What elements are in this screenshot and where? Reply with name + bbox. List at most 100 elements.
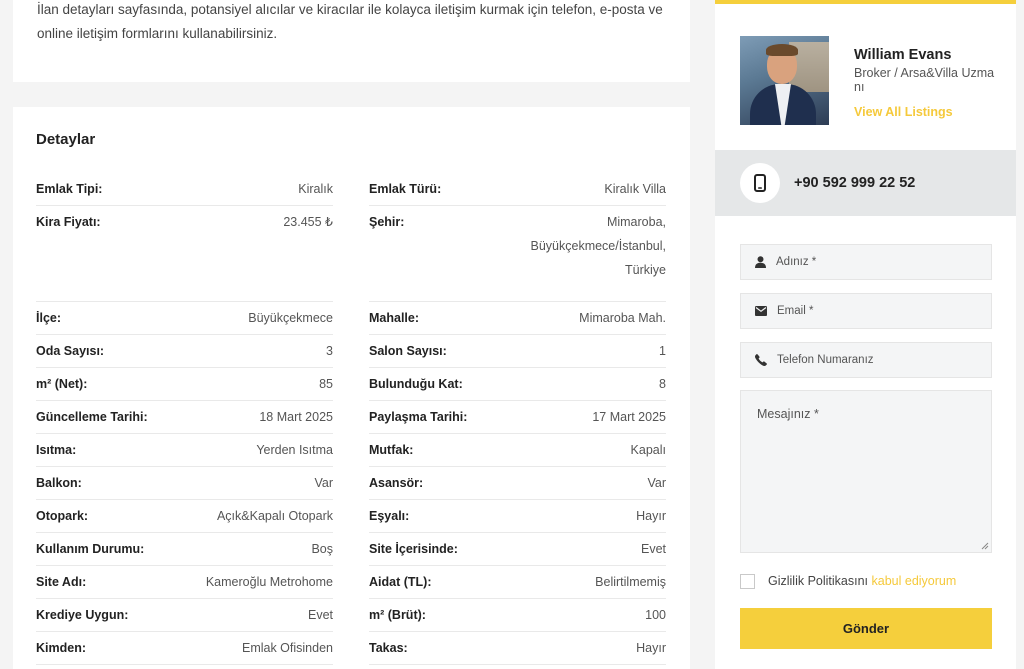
detail-label: Otopark: bbox=[36, 509, 89, 523]
detail-value: Evet bbox=[307, 608, 333, 622]
details-right-column: Emlak Türü: Kiralık Villa Şehir: Mimaroba, … bbox=[369, 173, 666, 665]
detail-row: Emlak Tipi: Kiralık bbox=[36, 173, 333, 206]
detail-label: Bulunduğu Kat: bbox=[369, 377, 463, 391]
name-input[interactable] bbox=[776, 256, 986, 268]
detail-row: Site Adı: Kameroğlu Metrohome bbox=[36, 566, 333, 599]
phone-circle bbox=[740, 163, 780, 203]
details-left-column: Emlak Tipi: Kiralık Kira Fiyatı: 23.455 ₺ İl… bbox=[36, 173, 333, 665]
detail-value: Evet bbox=[640, 542, 666, 556]
detail-row: İlçe: Büyükçekmece bbox=[36, 302, 333, 335]
mobile-phone-icon bbox=[754, 174, 766, 192]
detail-row: Otopark: Açık&Kapalı Otopark bbox=[36, 500, 333, 533]
detail-row: m² (Brüt): 100 bbox=[369, 599, 666, 632]
detail-value: Kiralık bbox=[298, 182, 333, 196]
privacy-checkbox[interactable] bbox=[740, 573, 755, 589]
details-title: Detaylar bbox=[36, 131, 96, 148]
phone-input[interactable] bbox=[777, 354, 987, 366]
name-field bbox=[740, 244, 992, 280]
envelope-icon bbox=[755, 306, 767, 316]
detail-row: Aidat (TL): Belirtilmemiş bbox=[369, 566, 666, 599]
detail-row: Oda Sayısı: 3 bbox=[36, 335, 333, 368]
consent-label: Gizlilik Politikasını kabul ediyorum bbox=[768, 574, 956, 588]
details-card: Detaylar Emlak Tipi: Kiralık Kira Fiyatı: 2… bbox=[13, 107, 690, 669]
detail-value: Var bbox=[647, 476, 666, 490]
agent-phone-number[interactable]: +90 592 999 22 52 bbox=[794, 175, 915, 191]
agent-photo bbox=[740, 36, 829, 125]
detail-row: Isıtma: Yerden Isıtma bbox=[36, 434, 333, 467]
detail-value: 17 Mart 2025 bbox=[592, 410, 666, 424]
detail-row: Şehir: Mimaroba, Büyükçekmece/İstanbul, T… bbox=[369, 206, 666, 302]
email-input[interactable] bbox=[777, 305, 987, 317]
detail-label: Takas: bbox=[369, 641, 408, 655]
detail-value: 3 bbox=[326, 344, 333, 358]
privacy-consent: Gizlilik Politikasını kabul ediyorum bbox=[740, 573, 992, 589]
detail-row: Emlak Türü: Kiralık Villa bbox=[369, 173, 666, 206]
agent-photo-hair bbox=[766, 44, 798, 56]
agent-card: William Evans Broker / Arsa&Villa Uzmanı… bbox=[715, 4, 1016, 150]
detail-value: Büyükçekmece bbox=[248, 311, 333, 325]
intro-text: İlan detayları sayfasında, potansiyel al… bbox=[37, 2, 663, 41]
detail-label: Emlak Türü: bbox=[369, 182, 442, 196]
email-field bbox=[740, 293, 992, 329]
detail-value: 18 Mart 2025 bbox=[259, 410, 333, 424]
detail-row: Eşyalı: Hayır bbox=[369, 500, 666, 533]
message-field bbox=[740, 390, 992, 553]
phone-bar[interactable]: +90 592 999 22 52 bbox=[715, 150, 1016, 216]
detail-value: Belirtilmemiş bbox=[595, 575, 666, 589]
detail-label: Balkon: bbox=[36, 476, 82, 490]
detail-row: Bulunduğu Kat: 8 bbox=[369, 368, 666, 401]
user-icon bbox=[755, 256, 766, 268]
detail-label: m² (Brüt): bbox=[369, 608, 426, 622]
detail-value: Mimaroba, Büyükçekmece/İstanbul, Türkiye bbox=[530, 215, 667, 277]
detail-row: Kimden: Emlak Ofisinden bbox=[36, 632, 333, 665]
consent-link[interactable]: kabul ediyorum bbox=[872, 574, 957, 588]
phone-field bbox=[740, 342, 992, 378]
detail-label: Eşyalı: bbox=[369, 509, 410, 523]
detail-label: m² (Net): bbox=[36, 377, 88, 391]
detail-value: Boş bbox=[311, 542, 333, 556]
detail-label: Site Adı: bbox=[36, 575, 87, 589]
detail-label: Kimden: bbox=[36, 641, 86, 655]
detail-value: Açık&Kapalı Otopark bbox=[216, 509, 333, 523]
detail-label: Kullanım Durumu: bbox=[36, 542, 145, 556]
detail-label: İlçe: bbox=[36, 311, 62, 325]
detail-value: Mimaroba Mah. bbox=[579, 311, 666, 325]
agent-name: William Evans bbox=[854, 47, 952, 63]
agent-role: Broker / Arsa&Villa Uzmanı bbox=[854, 66, 995, 94]
detail-value: Kameroğlu Metrohome bbox=[205, 575, 333, 589]
detail-label: Salon Sayısı: bbox=[369, 344, 447, 358]
detail-label: Mutfak: bbox=[369, 443, 414, 457]
detail-value: Yerden Isıtma bbox=[256, 443, 333, 457]
detail-value: 8 bbox=[659, 377, 666, 391]
detail-label: Emlak Tipi: bbox=[36, 182, 103, 196]
contact-form: Gizlilik Politikasını kabul ediyorum Gön… bbox=[740, 244, 992, 649]
detail-row: Asansör: Var bbox=[369, 467, 666, 500]
view-all-listings-link[interactable]: View All Listings bbox=[854, 105, 953, 119]
intro-card: İlan detayları sayfasında, potansiyel al… bbox=[13, 0, 690, 82]
detail-value: 100 bbox=[645, 608, 666, 622]
message-textarea[interactable] bbox=[741, 391, 991, 552]
listing-detail-page: İlan detayları sayfasında, potansiyel al… bbox=[0, 0, 1024, 669]
detail-label: Güncelleme Tarihi: bbox=[36, 410, 148, 424]
detail-label: Site İçerisinde: bbox=[369, 542, 458, 556]
detail-value: Var bbox=[314, 476, 333, 490]
detail-label: Aidat (TL): bbox=[369, 575, 432, 589]
detail-label: Oda Sayısı: bbox=[36, 344, 105, 358]
detail-row: Mahalle: Mimaroba Mah. bbox=[369, 302, 666, 335]
detail-label: Krediye Uygun: bbox=[36, 608, 129, 622]
resize-handle-icon[interactable] bbox=[981, 542, 989, 550]
detail-label: Paylaşma Tarihi: bbox=[369, 410, 468, 424]
detail-label: Asansör: bbox=[369, 476, 424, 490]
detail-value: 1 bbox=[659, 344, 666, 358]
detail-value: 23.455 ₺ bbox=[283, 215, 333, 229]
detail-row: Site İçerisinde: Evet bbox=[369, 533, 666, 566]
detail-value: Hayır bbox=[636, 641, 666, 655]
detail-label: Kira Fiyatı: bbox=[36, 215, 101, 229]
detail-value: Kiralık Villa bbox=[604, 182, 666, 196]
detail-row: Mutfak: Kapalı bbox=[369, 434, 666, 467]
detail-row: m² (Net): 85 bbox=[36, 368, 333, 401]
submit-button[interactable]: Gönder bbox=[740, 608, 992, 649]
detail-row: Krediye Uygun: Evet bbox=[36, 599, 333, 632]
detail-row: Balkon: Var bbox=[36, 467, 333, 500]
detail-value: Kapalı bbox=[630, 443, 666, 457]
